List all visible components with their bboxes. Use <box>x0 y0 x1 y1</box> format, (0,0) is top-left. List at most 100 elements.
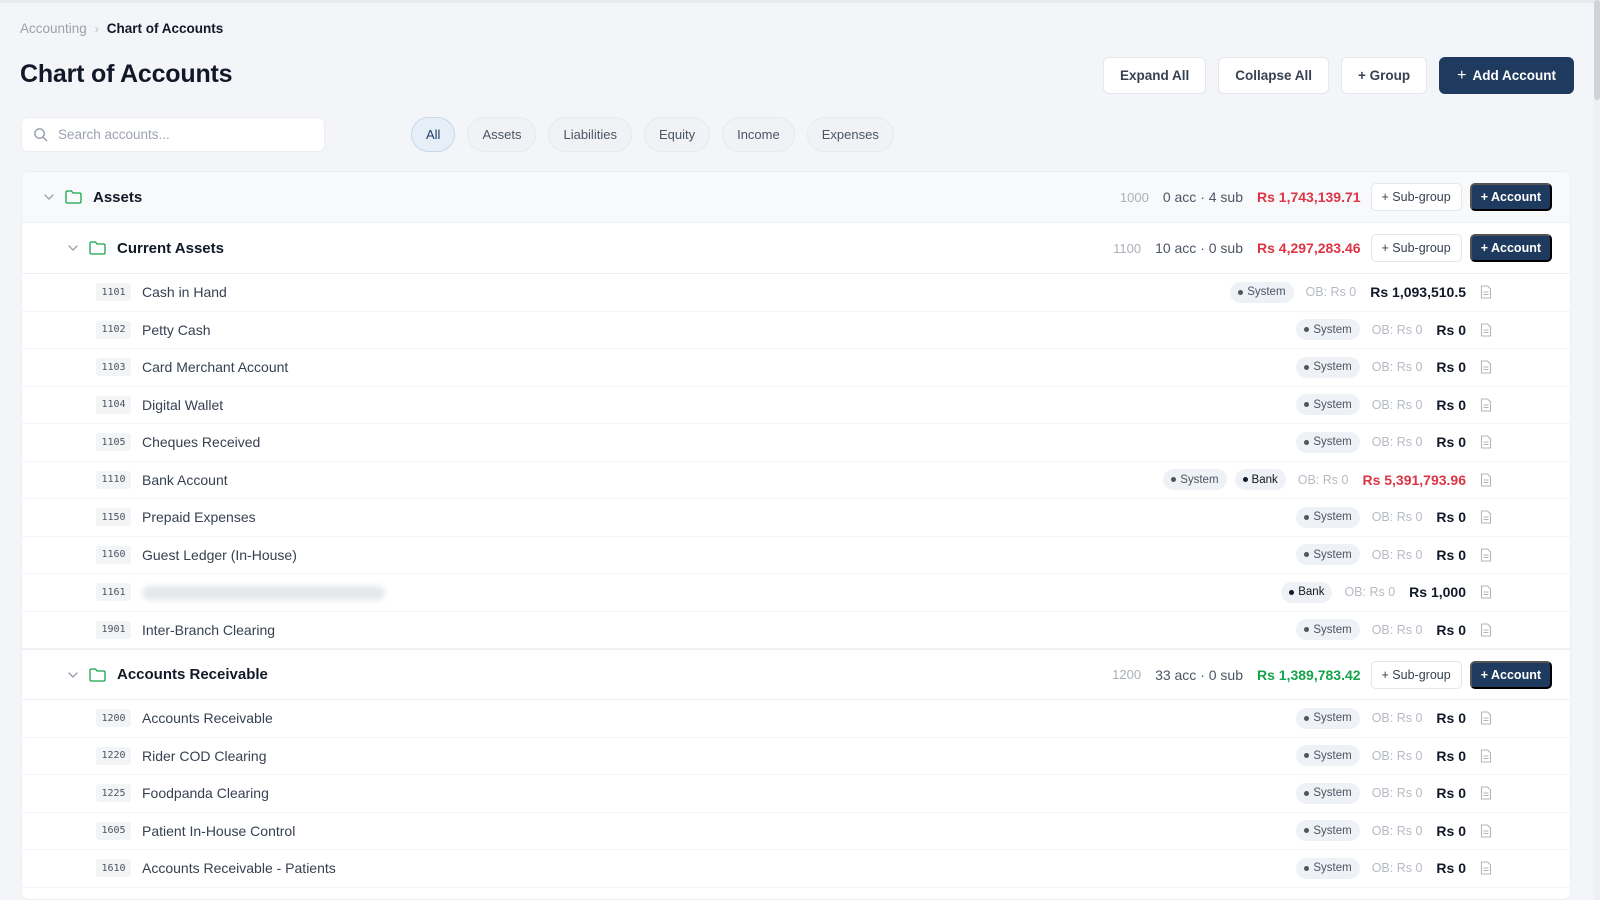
group-row-accounts-receivable[interactable]: Accounts Receivable 1200 33 acc · 0 sub … <box>22 649 1570 700</box>
plus-icon: + <box>1457 66 1467 84</box>
account-name: Accounts Receivable <box>142 710 273 727</box>
document-icon[interactable] <box>1480 548 1494 562</box>
scrollbar[interactable] <box>1594 0 1600 900</box>
account-row[interactable]: 1161 Bank OB: Rs 0 Rs 1,000 <box>22 574 1570 612</box>
account-balance: Rs 0 <box>1436 359 1466 376</box>
opening-balance: OB: Rs 0 <box>1371 397 1423 412</box>
filter-all[interactable]: All <box>411 117 456 152</box>
group-total: Rs 1,743,139.71 <box>1257 189 1361 205</box>
page-title: Chart of Accounts <box>20 60 233 88</box>
account-row[interactable]: 1901 Inter-Branch Clearing System OB: Rs… <box>22 612 1570 649</box>
filter-expenses[interactable]: Expenses <box>806 117 894 152</box>
account-code: 1225 <box>96 784 131 803</box>
document-icon[interactable] <box>1480 749 1494 763</box>
account-row[interactable]: 1225 Foodpanda Clearing System OB: Rs 0 … <box>22 775 1570 813</box>
add-group-account-button[interactable]: + Account <box>1469 183 1552 211</box>
system-tag: System <box>1296 506 1360 528</box>
group-row-assets[interactable]: Assets 1000 0 acc · 4 sub Rs 1,743,139.7… <box>22 172 1570 223</box>
opening-balance: OB: Rs 0 <box>1371 823 1423 838</box>
document-icon[interactable] <box>1480 623 1494 637</box>
system-tag: System <box>1296 431 1360 453</box>
account-row[interactable]: 1610 Accounts Receivable - Patients Syst… <box>22 850 1570 888</box>
account-row[interactable]: 1150 Prepaid Expenses System OB: Rs 0 Rs… <box>22 499 1570 537</box>
account-balance: Rs 1,000 <box>1409 584 1466 601</box>
account-balance: Rs 0 <box>1436 747 1466 764</box>
chevron-down-icon[interactable] <box>41 194 57 200</box>
document-icon[interactable] <box>1480 435 1494 449</box>
bank-tag: Bank <box>1281 581 1333 603</box>
account-row[interactable]: 1104 Digital Wallet System OB: Rs 0 Rs 0 <box>22 387 1570 424</box>
account-row[interactable]: 1110 Bank Account System Bank OB: Rs 0 R… <box>22 462 1570 499</box>
scrollbar-thumb[interactable] <box>1594 0 1600 100</box>
account-row[interactable]: 1220 Rider COD Clearing System OB: Rs 0 … <box>22 738 1570 775</box>
opening-balance: OB: Rs 0 <box>1305 285 1357 300</box>
account-name: Cheques Received <box>142 434 261 451</box>
account-row[interactable]: 1101 Cash in Hand System OB: Rs 0 Rs 1,0… <box>22 274 1570 312</box>
opening-balance: OB: Rs 0 <box>1371 861 1423 876</box>
group-row-current-assets[interactable]: Current Assets 1100 10 acc · 0 sub Rs 4,… <box>22 223 1570 274</box>
document-icon[interactable] <box>1480 585 1494 599</box>
account-name: Patient In-House Control <box>142 822 296 839</box>
search-icon <box>33 127 48 142</box>
add-account-button[interactable]: + Add Account <box>1439 57 1574 94</box>
search-input[interactable] <box>58 127 298 142</box>
search-box[interactable] <box>21 117 325 152</box>
document-icon[interactable] <box>1480 285 1494 299</box>
add-sub-group-button[interactable]: + Sub-group <box>1370 234 1462 262</box>
opening-balance: OB: Rs 0 <box>1371 748 1423 763</box>
opening-balance: OB: Rs 0 <box>1371 547 1423 562</box>
system-tag: System <box>1296 619 1360 641</box>
opening-balance: OB: Rs 0 <box>1371 435 1423 450</box>
account-name: Petty Cash <box>142 321 211 338</box>
opening-balance: OB: Rs 0 <box>1371 622 1423 637</box>
document-icon[interactable] <box>1480 711 1494 725</box>
group-total: Rs 4,297,283.46 <box>1257 240 1361 256</box>
chevron-down-icon[interactable] <box>65 671 81 678</box>
document-icon[interactable] <box>1480 510 1494 524</box>
account-row[interactable]: 1103 Card Merchant Account System OB: Rs… <box>22 349 1570 387</box>
add-group-account-button[interactable]: + Account <box>1469 660 1552 689</box>
add-sub-group-button[interactable]: + Sub-group <box>1370 660 1462 689</box>
account-name: Guest Ledger (In-House) <box>142 546 297 563</box>
account-balance: Rs 0 <box>1436 509 1466 526</box>
opening-balance: OB: Rs 0 <box>1371 510 1423 525</box>
account-balance: Rs 0 <box>1436 621 1466 638</box>
account-row[interactable]: 1102 Petty Cash System OB: Rs 0 Rs 0 <box>22 312 1570 349</box>
filter-assets[interactable]: Assets <box>467 117 537 152</box>
account-code: 1160 <box>96 545 131 564</box>
breadcrumb-accounting-link[interactable]: Accounting <box>20 21 87 36</box>
account-row[interactable]: 1200 Accounts Receivable System OB: Rs 0… <box>22 700 1570 738</box>
system-tag: System <box>1296 319 1360 341</box>
document-icon[interactable] <box>1480 786 1494 800</box>
document-icon[interactable] <box>1480 824 1494 838</box>
document-icon[interactable] <box>1480 861 1494 875</box>
document-icon[interactable] <box>1480 398 1494 412</box>
filter-liabilities[interactable]: Liabilities <box>548 117 632 152</box>
folder-icon <box>89 241 107 255</box>
folder-icon <box>65 190 83 204</box>
add-sub-group-button[interactable]: + Sub-group <box>1370 183 1462 211</box>
account-row[interactable]: 1105 Cheques Received System OB: Rs 0 Rs… <box>22 424 1570 462</box>
account-row[interactable]: 1605 Patient In-House Control System OB:… <box>22 813 1570 850</box>
folder-icon <box>89 667 107 682</box>
filter-equity[interactable]: Equity <box>643 117 711 152</box>
chevron-down-icon[interactable] <box>65 245 81 251</box>
account-name: Cash in Hand <box>142 284 227 301</box>
account-name: Digital Wallet <box>142 396 224 413</box>
accounts-tree: Assets 1000 0 acc · 4 sub Rs 1,743,139.7… <box>21 171 1571 900</box>
redacted-text <box>142 586 385 601</box>
account-name: Card Merchant Account <box>142 359 289 376</box>
group-counts: 0 acc · 4 sub <box>1162 189 1243 205</box>
document-icon[interactable] <box>1480 360 1494 374</box>
collapse-all-button[interactable]: Collapse All <box>1218 57 1330 94</box>
document-icon[interactable] <box>1480 323 1494 337</box>
document-icon[interactable] <box>1480 473 1494 487</box>
expand-all-button[interactable]: Expand All <box>1102 57 1207 94</box>
group-code: 1100 <box>1113 240 1142 256</box>
account-balance: Rs 5,391,793.96 <box>1362 471 1466 488</box>
add-group-account-button[interactable]: + Account <box>1469 234 1552 262</box>
breadcrumb-current: Chart of Accounts <box>106 21 224 36</box>
add-group-button[interactable]: + Group <box>1341 57 1428 94</box>
filter-income[interactable]: Income <box>722 117 795 152</box>
account-row[interactable]: 1160 Guest Ledger (In-House) System OB: … <box>22 537 1570 574</box>
